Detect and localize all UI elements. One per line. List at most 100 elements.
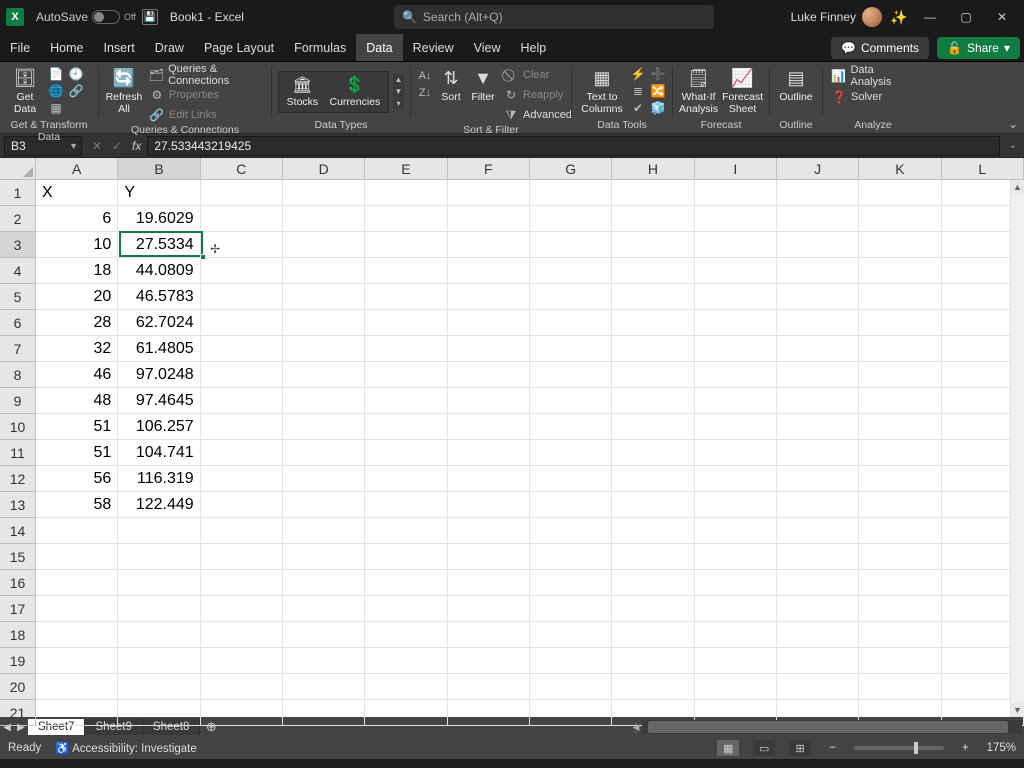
cell-B1[interactable]: Y	[118, 180, 200, 206]
cell-I13[interactable]	[695, 492, 777, 518]
cell-C10[interactable]	[201, 414, 283, 440]
cell-I18[interactable]	[695, 622, 777, 648]
cell-C15[interactable]	[201, 544, 283, 570]
cell-I17[interactable]	[695, 596, 777, 622]
scroll-down-icon[interactable]: ▼	[1011, 703, 1024, 717]
cell-K4[interactable]	[859, 258, 941, 284]
column-header-C[interactable]: C	[201, 158, 283, 180]
cell-G14[interactable]	[530, 518, 612, 544]
menu-tab-draw[interactable]: Draw	[145, 34, 194, 61]
cancel-formula-icon[interactable]: ✕	[88, 139, 106, 153]
cell-A10[interactable]: 51	[36, 414, 118, 440]
from-web-icon[interactable]: 🌐	[48, 83, 64, 99]
cell-K5[interactable]	[859, 284, 941, 310]
cell-E2[interactable]	[365, 206, 447, 232]
cell-J3[interactable]	[777, 232, 859, 258]
menu-tab-page-layout[interactable]: Page Layout	[194, 34, 284, 61]
cell-F2[interactable]	[448, 206, 530, 232]
row-header-4[interactable]: 4	[0, 258, 36, 284]
cell-J17[interactable]	[777, 596, 859, 622]
cell-F13[interactable]	[448, 492, 530, 518]
cell-I2[interactable]	[695, 206, 777, 232]
cell-I15[interactable]	[695, 544, 777, 570]
cell-B9[interactable]: 97.4645	[118, 388, 200, 414]
row-header-20[interactable]: 20	[0, 674, 36, 700]
cell-A9[interactable]: 48	[36, 388, 118, 414]
cell-C13[interactable]	[201, 492, 283, 518]
cell-J14[interactable]	[777, 518, 859, 544]
cell-F14[interactable]	[448, 518, 530, 544]
column-header-L[interactable]: L	[942, 158, 1024, 180]
cell-E13[interactable]	[365, 492, 447, 518]
cell-G9[interactable]	[530, 388, 612, 414]
cell-I19[interactable]	[695, 648, 777, 674]
cell-J9[interactable]	[777, 388, 859, 414]
expand-formula-bar-icon[interactable]: ⌄	[1006, 140, 1020, 151]
cell-K20[interactable]	[859, 674, 941, 700]
row-header-11[interactable]: 11	[0, 440, 36, 466]
cell-D19[interactable]	[283, 648, 365, 674]
cell-B21[interactable]	[118, 700, 200, 726]
row-header-1[interactable]: 1	[0, 180, 36, 206]
queries-connections-button[interactable]: 🗂Queries & Connections	[147, 66, 265, 84]
cell-A17[interactable]	[36, 596, 118, 622]
cell-C21[interactable]	[201, 700, 283, 726]
from-table-icon[interactable]: ▦	[48, 100, 64, 116]
cell-G13[interactable]	[530, 492, 612, 518]
cell-H8[interactable]	[612, 362, 694, 388]
cell-E12[interactable]	[365, 466, 447, 492]
cell-H15[interactable]	[612, 544, 694, 570]
cell-E3[interactable]	[365, 232, 447, 258]
cell-B17[interactable]	[118, 596, 200, 622]
voice-icon[interactable]: ✨	[890, 8, 908, 26]
cell-A5[interactable]: 20	[36, 284, 118, 310]
cell-F18[interactable]	[448, 622, 530, 648]
what-if-button[interactable]: 🗒What-If Analysis	[679, 64, 718, 115]
cell-G18[interactable]	[530, 622, 612, 648]
cell-J20[interactable]	[777, 674, 859, 700]
cell-K12[interactable]	[859, 466, 941, 492]
menu-tab-insert[interactable]: Insert	[94, 34, 145, 61]
row-header-21[interactable]: 21	[0, 700, 36, 726]
spreadsheet-grid[interactable]: ABCDEFGHIJKL 123456789101112131415161718…	[0, 158, 1024, 717]
cell-B4[interactable]: 44.0809	[118, 258, 200, 284]
cell-D13[interactable]	[283, 492, 365, 518]
cell-I20[interactable]	[695, 674, 777, 700]
cell-I9[interactable]	[695, 388, 777, 414]
cell-G17[interactable]	[530, 596, 612, 622]
accessibility-status[interactable]: ♿ Accessibility: Investigate	[55, 741, 197, 755]
data-validation-icon[interactable]: ✔	[630, 100, 646, 116]
from-text-icon[interactable]: 📄	[48, 66, 64, 82]
cell-B12[interactable]: 116.319	[118, 466, 200, 492]
cell-J7[interactable]	[777, 336, 859, 362]
cell-A2[interactable]: 6	[36, 206, 118, 232]
cell-B16[interactable]	[118, 570, 200, 596]
cell-J12[interactable]	[777, 466, 859, 492]
data-types-gallery[interactable]: 🏛Stocks 💲Currencies	[278, 71, 389, 113]
cell-B18[interactable]	[118, 622, 200, 648]
cell-H1[interactable]	[612, 180, 694, 206]
solver-button[interactable]: ❓Solver	[829, 88, 917, 106]
cell-E14[interactable]	[365, 518, 447, 544]
cell-D14[interactable]	[283, 518, 365, 544]
cell-C7[interactable]	[201, 336, 283, 362]
row-header-6[interactable]: 6	[0, 310, 36, 336]
row-header-12[interactable]: 12	[0, 466, 36, 492]
cell-J6[interactable]	[777, 310, 859, 336]
cell-H7[interactable]	[612, 336, 694, 362]
menu-tab-help[interactable]: Help	[511, 34, 557, 61]
cell-B14[interactable]	[118, 518, 200, 544]
relationships-icon[interactable]: 🔀	[650, 83, 666, 99]
collapse-ribbon-icon[interactable]: ⌄	[1008, 117, 1018, 131]
cell-K14[interactable]	[859, 518, 941, 544]
cell-B20[interactable]	[118, 674, 200, 700]
row-header-17[interactable]: 17	[0, 596, 36, 622]
row-header-16[interactable]: 16	[0, 570, 36, 596]
cell-A3[interactable]: 10	[36, 232, 118, 258]
scroll-left-icon[interactable]: ◀	[630, 720, 642, 734]
cell-F10[interactable]	[448, 414, 530, 440]
enter-formula-icon[interactable]: ✓	[108, 139, 126, 153]
maximize-button[interactable]: ▢	[952, 3, 980, 31]
cell-G7[interactable]	[530, 336, 612, 362]
cell-C12[interactable]	[201, 466, 283, 492]
